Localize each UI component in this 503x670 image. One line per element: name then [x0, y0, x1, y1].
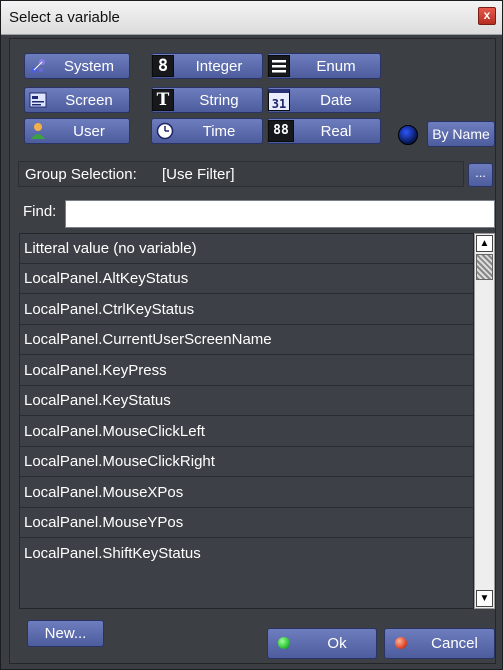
screen-filter-button[interactable]: Screen — [24, 87, 130, 113]
dialog-body: System 8 Integer Enum Screen T String 31… — [9, 38, 496, 664]
string-label: String — [199, 92, 239, 109]
clock-icon — [156, 122, 174, 140]
system-filter-button[interactable]: System — [24, 53, 130, 79]
user-label: User — [73, 123, 105, 140]
molecule-icon — [31, 59, 45, 73]
list-item[interactable]: LocalPanel.MouseXPos — [20, 478, 473, 508]
enum-filter-button[interactable]: Enum — [267, 53, 381, 79]
cancel-button[interactable]: Cancel — [384, 628, 495, 659]
screen-icon — [29, 92, 47, 108]
ok-label: Ok — [327, 635, 347, 652]
scroll-thumb[interactable] — [476, 254, 493, 280]
ok-indicator-icon — [278, 637, 290, 649]
list-item[interactable]: LocalPanel.AltKeyStatus — [20, 264, 473, 294]
list-item[interactable]: LocalPanel.KeyStatus — [20, 386, 473, 416]
time-label: Time — [202, 123, 236, 140]
system-label: System — [63, 58, 114, 75]
group-browse-button[interactable]: ... — [468, 163, 493, 187]
user-filter-button[interactable]: User — [24, 118, 130, 144]
title-bar: Select a variable x — [1, 1, 502, 35]
time-filter-button[interactable]: Time — [151, 118, 263, 144]
group-selection-value: [Use Filter] — [162, 166, 235, 183]
screen-label: Screen — [65, 92, 113, 109]
list-lines-icon — [268, 55, 290, 77]
cancel-label: Cancel — [431, 635, 478, 652]
by-name-button[interactable]: By Name — [427, 121, 495, 147]
date-filter-button[interactable]: 31 Date — [267, 87, 381, 113]
integer-label: Integer — [195, 58, 243, 75]
list-item[interactable]: LocalPanel.ShiftKeyStatus — [20, 539, 473, 569]
variable-list[interactable]: Litteral value (no variable) LocalPanel.… — [19, 233, 474, 609]
date-label: Date — [320, 92, 352, 109]
digit-8-icon: 8 — [152, 55, 174, 77]
letter-t-icon: T — [152, 89, 174, 111]
real-filter-button[interactable]: 88 Real — [267, 118, 381, 144]
group-selection-label: Group Selection: — [25, 166, 137, 183]
group-selection-field: Group Selection: [Use Filter] — [18, 161, 464, 187]
calendar-icon: 31 — [268, 89, 290, 111]
list-item[interactable]: LocalPanel.MouseClickRight — [20, 447, 473, 477]
scroll-up-arrow-icon[interactable]: ▲ — [476, 235, 493, 252]
select-variable-dialog: Select a variable x System 8 Integer Enu… — [0, 0, 503, 670]
ok-button[interactable]: Ok — [267, 628, 377, 659]
list-item[interactable]: LocalPanel.KeyPress — [20, 356, 473, 386]
list-item[interactable]: LocalPanel.CurrentUserScreenName — [20, 325, 473, 355]
close-button[interactable]: x — [478, 7, 496, 25]
real-label: Real — [320, 123, 352, 140]
scroll-down-arrow-icon[interactable]: ▼ — [476, 590, 493, 607]
cancel-indicator-icon — [395, 637, 407, 649]
window-title: Select a variable — [9, 9, 120, 26]
list-scrollbar[interactable]: ▲ ▼ — [474, 233, 495, 609]
user-icon — [31, 123, 45, 139]
list-item[interactable]: Litteral value (no variable) — [20, 234, 473, 264]
integer-filter-button[interactable]: 8 Integer — [151, 53, 263, 79]
find-label: Find: — [23, 203, 57, 220]
enum-label: Enum — [316, 58, 356, 75]
string-filter-button[interactable]: T String — [151, 87, 263, 113]
close-icon: x — [483, 8, 491, 22]
digits-88-icon: 88 — [268, 120, 294, 142]
find-input[interactable] — [65, 200, 495, 228]
list-item[interactable]: LocalPanel.CtrlKeyStatus — [20, 295, 473, 325]
by-name-indicator-icon — [398, 125, 418, 145]
list-item[interactable]: LocalPanel.MouseClickLeft — [20, 417, 473, 447]
list-item[interactable]: LocalPanel.MouseYPos — [20, 508, 473, 538]
new-variable-button[interactable]: New... — [27, 620, 104, 647]
